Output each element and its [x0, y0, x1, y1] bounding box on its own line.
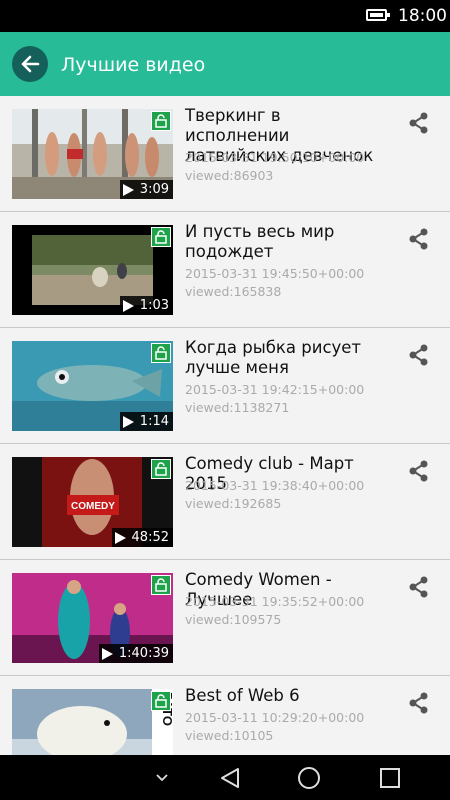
- navigation-bar: [0, 755, 450, 800]
- lock-icon: [151, 691, 171, 711]
- back-triangle-icon[interactable]: [218, 766, 242, 790]
- play-icon: [122, 183, 134, 196]
- duration-badge: 1:03: [119, 296, 173, 315]
- share-icon[interactable]: [408, 692, 430, 714]
- play-icon: [114, 531, 126, 544]
- app-bar: Лучшие видео: [0, 32, 450, 96]
- page-title: Лучшие видео: [61, 54, 206, 76]
- video-date: 2015-03-11 10:29:20+00:00: [185, 710, 365, 725]
- video-date: 2015-03-31 19:38:40+00:00: [185, 478, 365, 493]
- list-item[interactable]: 1:40:39 Comedy Women - Лучшее 2015-03-31…: [0, 560, 450, 676]
- video-views: viewed:109575: [185, 612, 282, 627]
- video-views: viewed:192685: [185, 496, 282, 511]
- video-views: viewed:10105: [185, 728, 274, 743]
- video-thumbnail[interactable]: COMEDY 48:52: [12, 457, 173, 547]
- video-title[interactable]: Когда рыбка рисует лучше меня: [185, 338, 390, 378]
- chevron-down-icon[interactable]: [154, 771, 170, 785]
- duration-badge: 48:52: [111, 528, 173, 547]
- share-icon[interactable]: [408, 576, 430, 598]
- status-bar: 18:00: [0, 0, 450, 32]
- video-date: 2015-03-31 19:45:50+00:00: [185, 266, 365, 281]
- list-item[interactable]: 1:03 И пусть весь мир подождет 2015-03-3…: [0, 212, 450, 328]
- video-date: 2015-03-31 19:50:10+00:00: [185, 150, 365, 165]
- video-date: 2015-03-31 19:35:52+00:00: [185, 594, 365, 609]
- video-thumbnail[interactable]: 1:40:39: [12, 573, 173, 663]
- lock-icon: [151, 227, 171, 247]
- share-icon[interactable]: [408, 112, 430, 134]
- video-title[interactable]: И пусть весь мир подождет: [185, 222, 390, 262]
- thumbnail-image: PATO: [12, 689, 173, 755]
- video-thumbnail[interactable]: 1:03: [12, 225, 173, 315]
- video-title[interactable]: Best of Web 6: [185, 686, 390, 706]
- lock-icon: [151, 459, 171, 479]
- status-time: 18:00: [398, 6, 447, 26]
- home-circle-icon[interactable]: [297, 766, 321, 790]
- list-item[interactable]: COMEDY 48:52 Comedy club - Март 2015 201…: [0, 444, 450, 560]
- video-thumbnail[interactable]: 3:09: [12, 109, 173, 199]
- list-item[interactable]: 1:14 Когда рыбка рисует лучше меня 2015-…: [0, 328, 450, 444]
- share-icon[interactable]: [408, 460, 430, 482]
- recents-square-icon[interactable]: [379, 767, 401, 789]
- share-icon[interactable]: [408, 344, 430, 366]
- lock-icon: [151, 111, 171, 131]
- video-thumbnail[interactable]: PATO: [12, 689, 173, 755]
- list-item[interactable]: 3:09 Тверкинг в исполнении латвийских де…: [0, 96, 450, 212]
- share-icon[interactable]: [408, 228, 430, 250]
- lock-icon: [151, 343, 171, 363]
- thumbnail-text: COMEDY: [71, 501, 115, 512]
- lock-icon: [151, 575, 171, 595]
- play-icon: [122, 299, 134, 312]
- back-button[interactable]: [12, 46, 48, 82]
- video-thumbnail[interactable]: 1:14: [12, 341, 173, 431]
- video-views: viewed:86903: [185, 168, 274, 183]
- play-icon: [122, 415, 134, 428]
- video-views: viewed:1138271: [185, 400, 290, 415]
- duration-badge: 1:14: [119, 412, 173, 431]
- list-item[interactable]: PATO Best of Web 6 2015-03-11 10:29:20+0…: [0, 676, 450, 755]
- duration-badge: 3:09: [119, 180, 173, 199]
- video-views: viewed:165838: [185, 284, 282, 299]
- play-icon: [101, 647, 113, 660]
- arrow-left-icon: [21, 55, 40, 73]
- duration-badge: 1:40:39: [98, 644, 173, 663]
- battery-icon: [366, 9, 390, 21]
- video-date: 2015-03-31 19:42:15+00:00: [185, 382, 365, 397]
- video-list[interactable]: 3:09 Тверкинг в исполнении латвийских де…: [0, 96, 450, 755]
